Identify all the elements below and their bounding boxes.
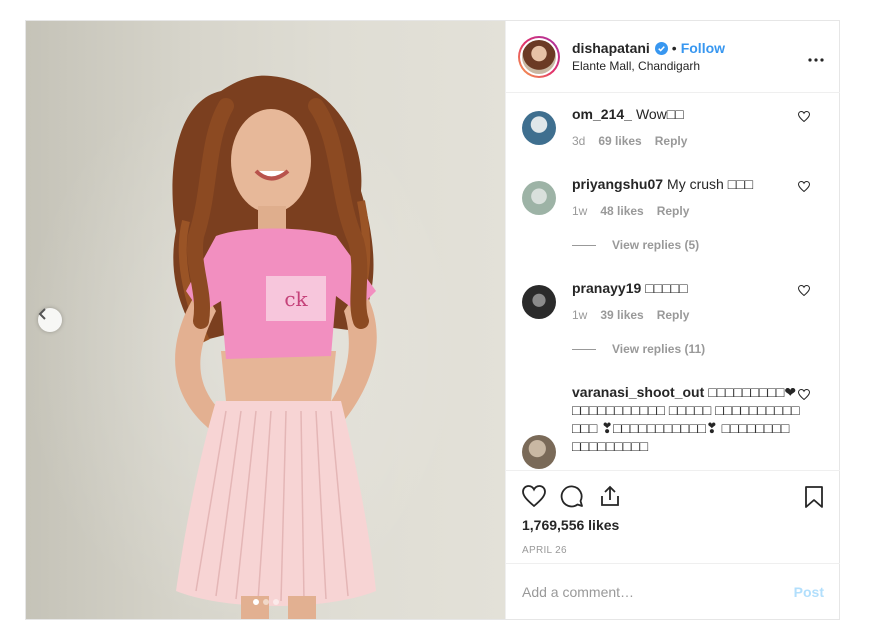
add-comment-bar: Post	[506, 563, 840, 619]
save-button[interactable]	[804, 485, 824, 514]
comment-likes[interactable]: 39 likes	[600, 308, 643, 322]
comment-likes[interactable]: 69 likes	[598, 134, 641, 148]
comment-like-button[interactable]	[797, 283, 811, 301]
reply-button[interactable]: Reply	[655, 134, 688, 148]
heart-icon	[797, 110, 811, 123]
heart-icon	[797, 284, 811, 297]
follow-button[interactable]: Follow	[681, 40, 725, 56]
comment-like-button[interactable]	[797, 179, 811, 197]
comment-button[interactable]	[560, 484, 584, 508]
comment-actions: 1w 39 likes Reply	[572, 308, 800, 322]
reply-button[interactable]: Reply	[657, 308, 690, 322]
comments-list[interactable]: om_214_ Wow□□ 3d 69 likes Reply priyangsh	[506, 93, 840, 470]
comment-text: pranayy19 □□□□□	[572, 279, 800, 297]
carousel-dot	[272, 599, 279, 605]
view-replies-button[interactable]: View replies (5)	[572, 238, 800, 252]
view-replies-button[interactable]: View replies (11)	[572, 342, 800, 356]
post-footer: 1,769,556 likes APRIL 26 Post	[506, 470, 840, 619]
comment-item: varanasi_shoot_out □□□□□□□□□❤ □□□□□□□□□□□…	[506, 383, 840, 469]
like-button[interactable]	[522, 485, 546, 507]
bookmark-icon	[805, 486, 823, 508]
more-options-button[interactable]	[808, 49, 824, 67]
reply-button[interactable]: Reply	[657, 204, 690, 218]
photo-subject-illustration: ck	[172, 75, 377, 619]
commenter-username[interactable]: om_214_	[572, 106, 632, 122]
share-button[interactable]	[598, 484, 622, 508]
comment-like-button[interactable]	[797, 109, 811, 127]
commenter-username[interactable]: priyangshu07	[572, 176, 663, 192]
view-replies-label[interactable]: View replies (5)	[612, 238, 699, 252]
commenter-avatar[interactable]	[522, 435, 556, 469]
comment-body: My crush □□□	[667, 176, 754, 192]
comment-age[interactable]: 3d	[572, 134, 585, 148]
comment-text: om_214_ Wow□□	[572, 105, 800, 123]
header-separator: •	[671, 40, 677, 56]
comment-like-button[interactable]	[797, 387, 811, 405]
commenter-username[interactable]: pranayy19	[572, 280, 641, 296]
author-username[interactable]: dishapatani	[572, 40, 650, 56]
commenter-username[interactable]: varanasi_shoot_out	[572, 384, 704, 400]
author-avatar[interactable]	[518, 35, 560, 78]
more-dots-icon	[808, 58, 824, 62]
comment-likes[interactable]: 48 likes	[600, 204, 643, 218]
carousel-dot	[252, 599, 259, 605]
comment-age[interactable]: 1w	[572, 308, 587, 322]
heart-icon	[797, 388, 811, 401]
comment-item: om_214_ Wow□□ 3d 69 likes Reply	[506, 105, 840, 148]
chevron-left-icon	[38, 308, 46, 320]
commenter-avatar[interactable]	[522, 181, 556, 215]
comment-text: priyangshu07 My crush □□□	[572, 175, 800, 193]
carousel-indicator	[26, 599, 505, 605]
post-header: dishapatani • Follow Elante Mall, Chandi…	[506, 21, 840, 93]
svg-text:ck: ck	[284, 287, 308, 311]
share-icon	[601, 485, 619, 506]
post-action-bar	[506, 471, 840, 521]
comment-age[interactable]: 1w	[572, 204, 587, 218]
heart-icon	[797, 180, 811, 193]
comment-actions: 1w 48 likes Reply	[572, 204, 800, 218]
post-side-panel: dishapatani • Follow Elante Mall, Chandi…	[505, 21, 840, 619]
instagram-post: ck dishapatani • Follow Elante Mall, Cha…	[25, 20, 840, 620]
comment-input[interactable]	[522, 583, 794, 600]
post-comment-button[interactable]: Post	[794, 584, 824, 600]
comment-icon	[560, 485, 583, 508]
post-location[interactable]: Elante Mall, Chandigarh	[572, 59, 725, 73]
view-replies-label[interactable]: View replies (11)	[612, 342, 705, 356]
carousel-dot	[262, 599, 269, 605]
heart-icon	[522, 485, 546, 507]
view-replies-line	[572, 244, 596, 246]
comment-body: Wow□□	[635, 106, 684, 122]
post-photo[interactable]: ck	[26, 21, 505, 619]
verified-badge-icon	[654, 41, 668, 55]
view-replies-line	[572, 348, 596, 350]
commenter-avatar[interactable]	[522, 111, 556, 145]
comment-body: □□□□□	[645, 280, 688, 296]
post-date[interactable]: APRIL 26	[506, 545, 840, 556]
comment-actions: 3d 69 likes Reply	[572, 134, 800, 148]
comment-item: pranayy19 □□□□□ 1w 39 likes Reply View re…	[506, 279, 840, 356]
carousel-prev-button[interactable]	[38, 308, 62, 332]
comment-text: varanasi_shoot_out □□□□□□□□□❤ □□□□□□□□□□□…	[572, 383, 800, 455]
comment-item: priyangshu07 My crush □□□ 1w 48 likes Rep…	[506, 175, 840, 252]
commenter-avatar[interactable]	[522, 285, 556, 319]
